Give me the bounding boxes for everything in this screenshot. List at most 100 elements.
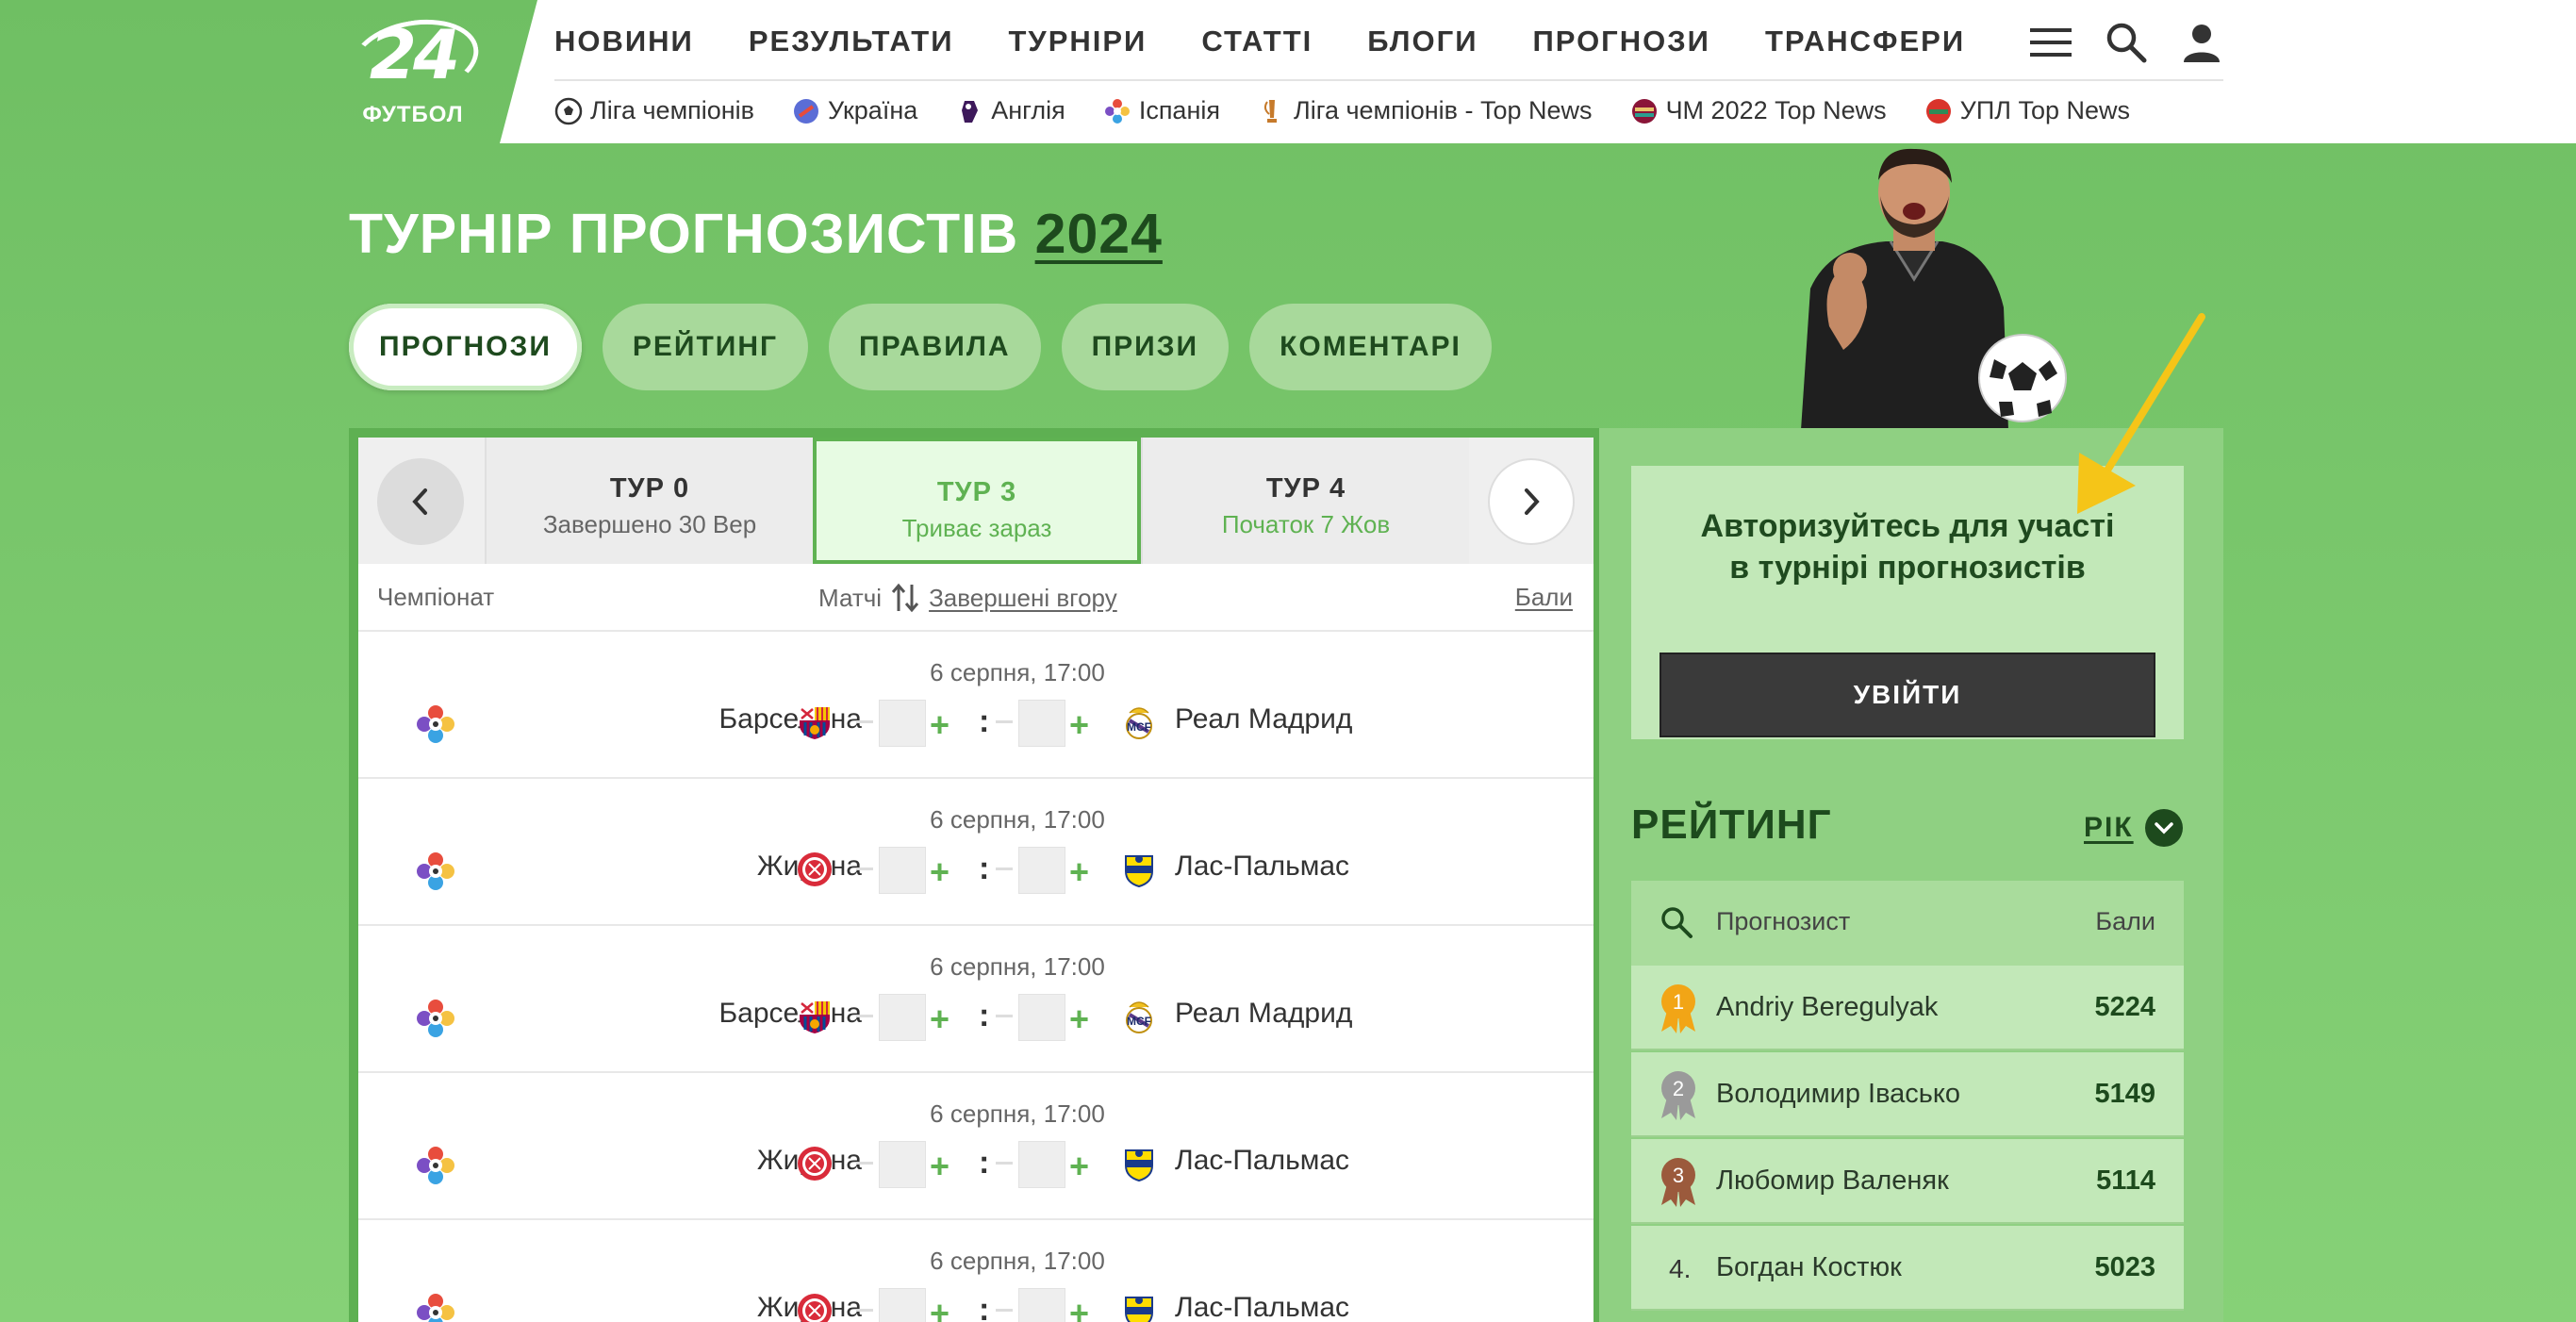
side-panel: Авторизуйтесь для участі в турнірі прогн… (1599, 428, 2223, 1322)
score-colon: : (979, 851, 990, 886)
nav-blogs[interactable]: БЛОГИ (1367, 25, 1478, 58)
home-score-increment[interactable]: + (930, 1294, 949, 1322)
away-team: Лас-Пальмас (1175, 851, 1350, 882)
rating-row[interactable]: 4. Богдан Костюк 5023 (1631, 1226, 2184, 1311)
home-score-increment[interactable]: + (930, 1000, 949, 1039)
logo-number: 24 (369, 15, 460, 94)
upl-icon (1925, 98, 1951, 124)
chevron-left-icon (412, 488, 427, 515)
subnav-england[interactable]: Англія (955, 96, 1065, 125)
away-score-input[interactable] (1018, 1288, 1065, 1322)
home-score-input[interactable] (879, 700, 926, 747)
auth-message-line2: в турнірі прогнозистів (1729, 550, 2086, 586)
predictor-points: 5149 (2094, 1079, 2155, 1109)
header-matches-label: Матчі (818, 583, 883, 612)
ukraine-league-icon (794, 98, 819, 124)
home-score-decrement[interactable] (856, 720, 873, 723)
medal-gold-icon: 1 (1661, 984, 1695, 1033)
rating-header-predictor: Прогнозист (1716, 907, 1851, 935)
rating-row[interactable]: 1 Andriy Beregulyak 5224 (1631, 966, 2184, 1050)
svg-text:MCF: MCF (1127, 1015, 1151, 1028)
search-icon[interactable] (2105, 21, 2148, 64)
home-score-increment[interactable]: + (930, 1147, 949, 1186)
home-score-input[interactable] (879, 847, 926, 894)
match-time-text: 6 серпня, 17:00 (930, 658, 1105, 686)
arrow-pointer-icon (2077, 313, 2205, 514)
predictor-name: Любомир Валеняк (1716, 1165, 1949, 1196)
matches-card: ТУР 0 Завершено 30 Вер ТУР 3 Триває зара… (358, 438, 1593, 1322)
away-score-input[interactable] (1018, 847, 1065, 894)
away-score-decrement[interactable] (996, 1162, 1013, 1165)
subnav-ukraine[interactable]: Україна (792, 96, 917, 125)
tab-rules[interactable]: ПРАВИЛА (829, 304, 1041, 390)
chevron-down-icon (2144, 809, 2183, 847)
subnav-spain[interactable]: Іспанія (1103, 96, 1220, 125)
home-score-input[interactable] (879, 1141, 926, 1188)
subnav-champions-league[interactable]: Ліга чемпіонів (554, 96, 754, 125)
rating-period-dropdown[interactable]: РІК (2084, 809, 2183, 847)
site-logo[interactable]: 24 ФУТБОЛ (345, 9, 485, 132)
home-score-decrement[interactable] (856, 1015, 873, 1017)
next-tour-button[interactable] (1488, 458, 1575, 545)
tour-item-active[interactable]: ТУР 3 Триває зараз (813, 438, 1141, 564)
away-score-increment[interactable]: + (1069, 852, 1089, 892)
match-time-text: 6 серпня, 17:00 (930, 805, 1105, 834)
home-score-decrement[interactable] (856, 1309, 873, 1312)
tab-predictions[interactable]: ПРОГНОЗИ (349, 304, 582, 390)
away-score-decrement[interactable] (996, 720, 1013, 723)
tab-prizes[interactable]: ПРИЗИ (1061, 304, 1230, 390)
predictor-points: 5224 (2094, 992, 2155, 1022)
home-team: Барселона (718, 703, 862, 735)
away-score-increment[interactable]: + (1069, 1294, 1089, 1322)
away-score-decrement[interactable] (996, 1015, 1013, 1017)
prev-tour-button[interactable] (377, 458, 464, 545)
away-score-increment[interactable]: + (1069, 705, 1089, 745)
svg-text:MCF: MCF (1127, 720, 1151, 734)
las-palmas-crest-icon (1120, 851, 1158, 888)
rating-row[interactable]: 2 Володимир Івасько 5149 (1631, 1052, 2184, 1137)
nav-news[interactable]: НОВИНИ (554, 25, 694, 58)
away-score-input[interactable] (1018, 994, 1065, 1041)
home-score-increment[interactable]: + (930, 852, 949, 892)
rating-row[interactable]: 3 Любомир Валеняк 5114 (1631, 1139, 2184, 1224)
ball-icon (554, 97, 583, 124)
menu-icon[interactable] (2029, 21, 2072, 64)
away-score-decrement[interactable] (996, 1309, 1013, 1312)
world-cup-icon (1631, 98, 1657, 124)
user-icon[interactable] (2180, 21, 2223, 64)
subnav-label: ЧМ 2022 Top News (1665, 96, 1887, 124)
tournament-tabs: ПРОГНОЗИ РЕЙТИНГ ПРАВИЛА ПРИЗИ КОМЕНТАРІ (349, 304, 1492, 390)
home-score-input[interactable] (879, 994, 926, 1041)
tab-rating[interactable]: РЕЙТИНГ (602, 304, 809, 390)
subnav-upl-top-news[interactable]: УПЛ Top News (1924, 96, 2130, 125)
login-button[interactable]: УВІЙТИ (1660, 653, 2155, 737)
sort-toggle[interactable]: Завершені вгору (929, 584, 1117, 613)
score-colon: : (979, 1145, 990, 1181)
page-title-year[interactable]: 2024 (1035, 203, 1163, 265)
nav-results[interactable]: РЕЗУЛЬТАТИ (749, 25, 954, 58)
away-score-input[interactable] (1018, 700, 1065, 747)
barcelona-crest-icon (796, 703, 834, 741)
nav-tournaments[interactable]: ТУРНІРИ (1008, 25, 1147, 58)
home-score-input[interactable] (879, 1288, 926, 1322)
away-score-increment[interactable]: + (1069, 1147, 1089, 1186)
tour-item[interactable]: ТУР 0 Завершено 30 Вер (485, 438, 813, 564)
away-score-input[interactable] (1018, 1141, 1065, 1188)
home-score-decrement[interactable] (856, 1162, 873, 1165)
subnav-cl-top-news[interactable]: Ліга чемпіонів - Top News (1258, 96, 1593, 125)
home-score-increment[interactable]: + (930, 705, 949, 745)
nav-articles[interactable]: СТАТТІ (1201, 25, 1313, 58)
nav-transfers[interactable]: ТРАНСФЕРИ (1765, 25, 1965, 58)
away-score-increment[interactable]: + (1069, 1000, 1089, 1039)
search-icon[interactable] (1660, 905, 1693, 939)
header-points[interactable]: Бали (1515, 583, 1573, 612)
away-score-decrement[interactable] (996, 868, 1013, 870)
match-row: 6 серпня, 17:00 Жирона + : + Лас-Пальмас (358, 1073, 1593, 1220)
tab-comments[interactable]: КОМЕНТАРІ (1249, 304, 1492, 390)
nav-predictions[interactable]: ПРОГНОЗИ (1533, 25, 1710, 58)
match-time-text: 6 серпня, 17:00 (930, 1247, 1105, 1275)
home-score-decrement[interactable] (856, 868, 873, 870)
subnav-wc-2022[interactable]: ЧМ 2022 Top News (1630, 96, 1887, 125)
subnav-label: Іспанія (1138, 96, 1220, 124)
tour-item[interactable]: ТУР 4 Початок 7 Жов (1141, 438, 1469, 564)
